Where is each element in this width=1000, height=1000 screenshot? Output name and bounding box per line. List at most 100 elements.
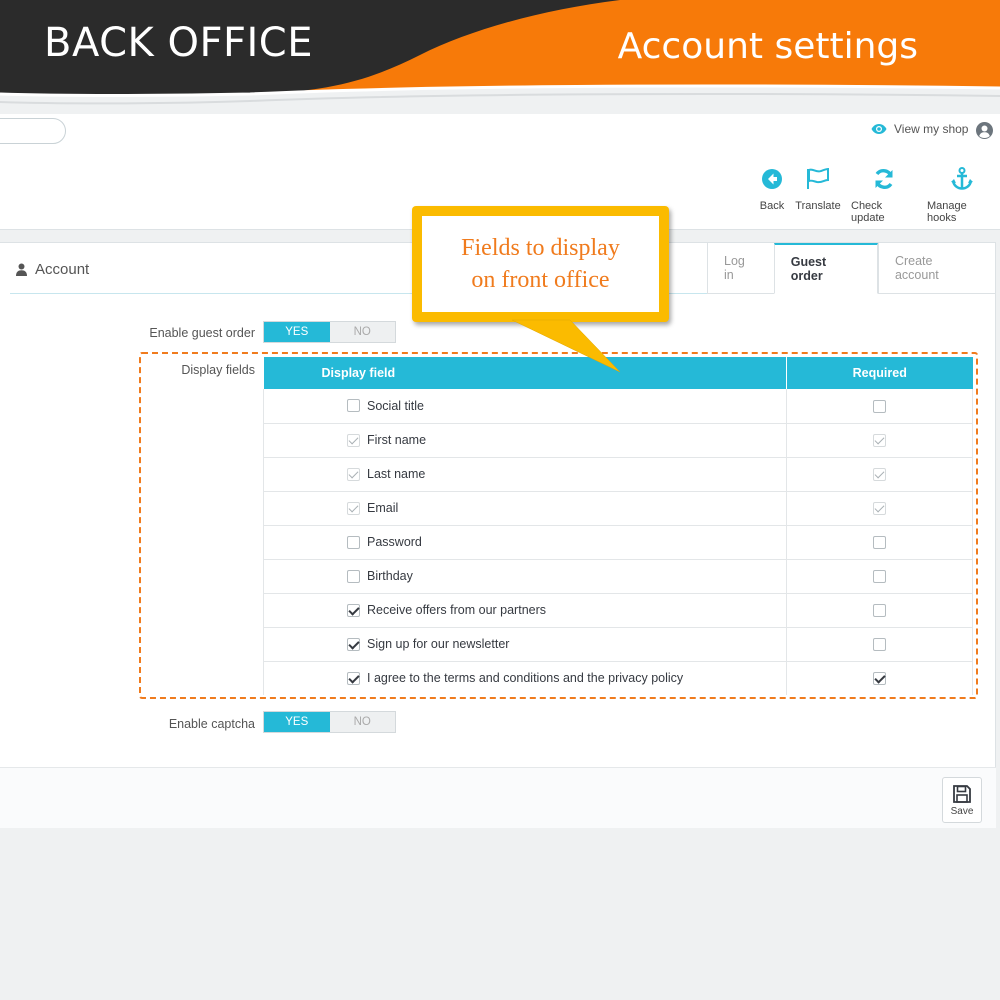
display-field-cell-content: Email bbox=[264, 501, 786, 515]
display-fields-label: Display fields bbox=[181, 363, 255, 377]
tab-log-in[interactable]: Log in bbox=[707, 243, 774, 294]
search-input[interactable] bbox=[0, 118, 66, 144]
required-column-header: Required bbox=[786, 357, 973, 389]
manage-hooks-button[interactable]: Manage hooks bbox=[927, 164, 997, 224]
save-button[interactable]: Save bbox=[942, 777, 982, 823]
required-checkbox bbox=[873, 468, 886, 482]
display-fields-table: Display field Required Social title First… bbox=[263, 357, 973, 695]
required-checkbox[interactable] bbox=[873, 672, 886, 686]
translate-label: Translate bbox=[795, 200, 841, 212]
required-checkbox bbox=[873, 434, 886, 448]
field-name: Birthday bbox=[367, 569, 413, 583]
display-checkbox[interactable] bbox=[347, 671, 360, 685]
display-field-cell-content: I agree to the terms and conditions and … bbox=[264, 671, 786, 685]
flag-icon bbox=[807, 168, 829, 189]
enable-captcha-switch[interactable]: YES NO bbox=[263, 711, 396, 733]
eye-icon bbox=[871, 124, 887, 134]
field-name: First name bbox=[367, 433, 427, 447]
display-checkbox bbox=[347, 467, 360, 481]
display-field-column-header: Display field bbox=[263, 357, 787, 389]
callout-bubble: Fields to display on front office bbox=[412, 206, 669, 322]
display-field-cell: Email bbox=[263, 491, 787, 526]
captcha-no-option[interactable]: NO bbox=[329, 712, 395, 732]
display-checkbox[interactable] bbox=[347, 637, 360, 651]
panel-tabs: Log in Guest order Create account bbox=[707, 243, 995, 294]
display-field-cell-content: Social title bbox=[264, 399, 786, 413]
field-name: Receive offers from our partners bbox=[367, 603, 547, 617]
captcha-yes-option[interactable]: YES bbox=[264, 712, 330, 732]
back-arrow-icon bbox=[762, 169, 782, 189]
required-checkbox[interactable] bbox=[873, 399, 886, 413]
table-row: Social title bbox=[263, 389, 973, 424]
table-row: First name bbox=[263, 423, 973, 458]
display-field-cell-content: Password bbox=[264, 535, 786, 549]
required-cell bbox=[786, 491, 973, 526]
manage-hooks-label: Manage hooks bbox=[927, 200, 967, 224]
table-row: Birthday bbox=[263, 559, 973, 594]
field-name: Password bbox=[367, 535, 422, 549]
display-field-cell: Last name bbox=[263, 457, 787, 492]
field-name: Social title bbox=[367, 398, 424, 413]
tab-guest-order[interactable]: Guest order bbox=[773, 243, 878, 294]
account-panel: Account Log in Guest order Create accoun… bbox=[0, 242, 996, 828]
enable-captcha-label: Enable captcha bbox=[168, 717, 255, 731]
required-checkbox[interactable] bbox=[873, 536, 886, 550]
display-checkbox[interactable] bbox=[347, 569, 360, 583]
enable-guest-order-switch[interactable]: YES NO bbox=[263, 321, 396, 343]
required-checkbox[interactable] bbox=[873, 638, 886, 652]
required-cell bbox=[786, 559, 973, 594]
check-update-button[interactable]: Check update bbox=[851, 164, 917, 224]
display-field-cell-content: Sign up for our newsletter bbox=[264, 637, 786, 651]
display-fields-body: Social title First name Last name Email Pass… bbox=[263, 389, 973, 695]
promo-banner: BACK OFFICE Account settings bbox=[0, 0, 1000, 112]
floppy-disk-icon bbox=[953, 784, 971, 803]
translate-button[interactable]: Translate bbox=[795, 164, 841, 212]
check-update-label: Check update bbox=[851, 200, 885, 224]
display-checkbox bbox=[347, 501, 360, 515]
callout-line-2: on front office bbox=[471, 267, 610, 293]
display-field-cell-content: First name bbox=[264, 433, 786, 447]
back-button[interactable]: Back bbox=[757, 164, 787, 212]
table-row: Email bbox=[263, 491, 973, 526]
display-field-cell: First name bbox=[263, 423, 787, 458]
tab-create-account[interactable]: Create account bbox=[877, 243, 995, 294]
display-field-cell: Birthday bbox=[263, 559, 787, 594]
guest-order-no-option[interactable]: NO bbox=[329, 322, 395, 342]
display-field-cell: Password bbox=[263, 525, 787, 560]
callout-text-box: Fields to display on front office bbox=[422, 216, 659, 312]
banner-right-title: Account settings bbox=[617, 26, 918, 67]
table-row: Last name bbox=[263, 457, 973, 492]
enable-guest-order-label: Enable guest order bbox=[149, 326, 255, 340]
required-checkbox[interactable] bbox=[873, 570, 886, 584]
required-checkbox bbox=[873, 502, 886, 516]
table-header-row: Display field Required bbox=[263, 357, 973, 389]
user-account-icon[interactable] bbox=[976, 122, 993, 139]
panel-heading: Account bbox=[16, 261, 89, 278]
required-cell bbox=[786, 661, 973, 695]
required-cell bbox=[786, 627, 973, 662]
view-my-shop-label: View my shop bbox=[894, 122, 969, 136]
required-cell bbox=[786, 593, 973, 628]
display-checkbox[interactable] bbox=[347, 603, 360, 617]
save-label: Save bbox=[950, 805, 974, 817]
display-field-cell: Social title bbox=[263, 389, 787, 424]
required-checkbox[interactable] bbox=[873, 604, 886, 618]
display-field-cell: Sign up for our newsletter bbox=[263, 627, 787, 662]
display-checkbox[interactable] bbox=[347, 535, 360, 549]
display-checkbox[interactable] bbox=[347, 399, 360, 413]
view-my-shop-link[interactable]: View my shop bbox=[871, 122, 968, 136]
refresh-icon bbox=[875, 169, 893, 189]
display-field-cell: I agree to the terms and conditions and … bbox=[263, 661, 787, 695]
required-cell bbox=[786, 389, 973, 424]
back-label: Back bbox=[759, 200, 785, 212]
required-cell bbox=[786, 525, 973, 560]
field-name: I agree to the terms and conditions and … bbox=[367, 671, 684, 686]
required-cell bbox=[786, 457, 973, 492]
table-row: Password bbox=[263, 525, 973, 560]
display-field-cell-content: Receive offers from our partners bbox=[264, 603, 786, 617]
required-cell bbox=[786, 423, 973, 458]
guest-order-yes-option[interactable]: YES bbox=[264, 322, 330, 342]
field-name: Sign up for our newsletter bbox=[367, 637, 510, 651]
display-field-cell-content: Last name bbox=[264, 467, 786, 481]
display-checkbox bbox=[347, 433, 360, 447]
